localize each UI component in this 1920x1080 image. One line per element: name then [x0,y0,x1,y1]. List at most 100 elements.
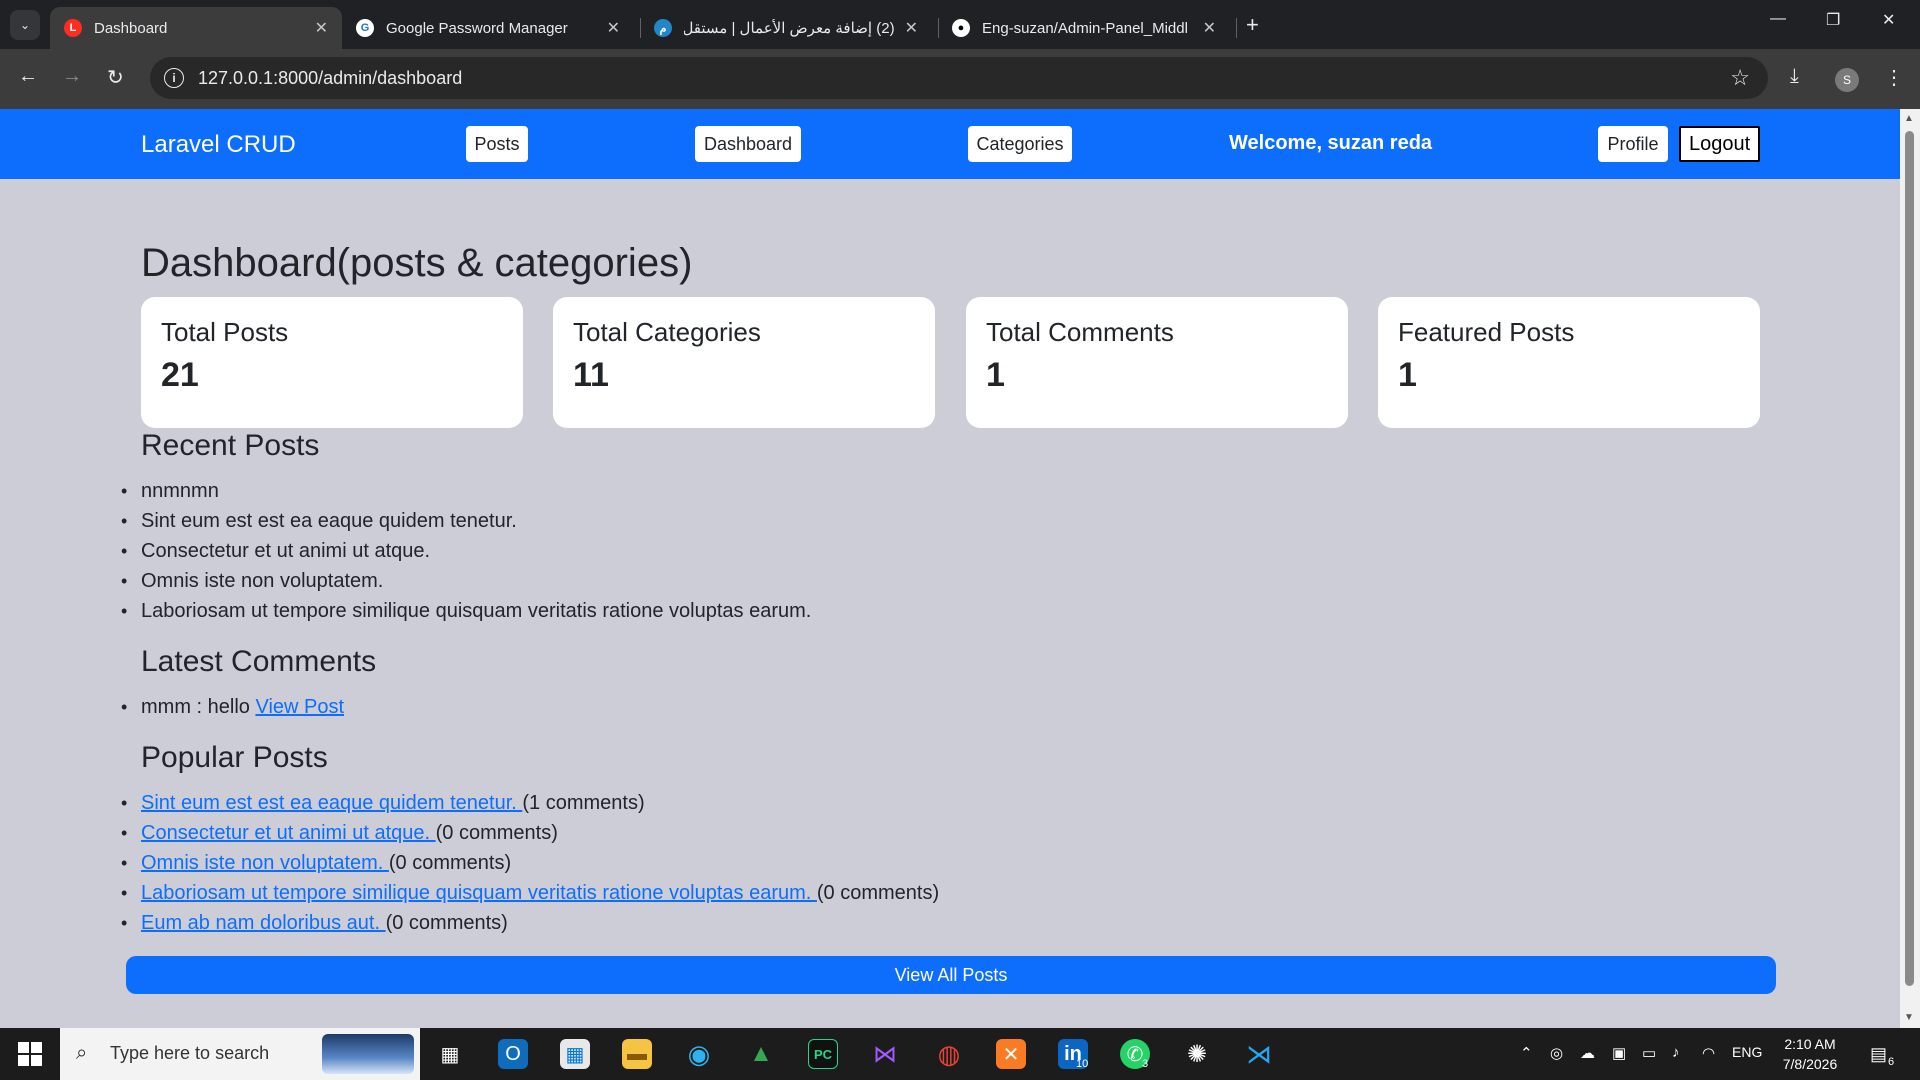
notification-icon[interactable]: ▤ [1870,1044,1887,1065]
comment-count: (0 comments) [435,822,558,844]
brand-logo[interactable]: Laravel CRUD [141,131,296,159]
stat-card-total-categories: Total Categories 11 [553,297,935,428]
site-info-icon[interactable]: i [164,68,184,88]
onedrive-icon[interactable]: ☁ [1580,1044,1595,1062]
language-indicator[interactable]: ENG [1732,1044,1762,1060]
stat-value: 11 [573,356,609,394]
page-scrollbar[interactable]: ▲ ▼ [1900,109,1920,1028]
tab-title: Google Password Manager [386,19,568,37]
list-item: Consectetur et ut animi ut atque. [121,536,811,566]
latest-comments-heading: Latest Comments [141,645,377,678]
view-post-link[interactable]: View Post [255,696,344,718]
chrome-icon[interactable]: ◍ [934,1039,964,1069]
comment-count: (1 comments) [522,792,645,814]
view-all-posts-button[interactable]: View All Posts [126,956,1776,994]
tray-app-icon[interactable]: ◎ [1550,1044,1563,1062]
close-icon[interactable]: ✕ [315,18,328,38]
system-clock[interactable]: 2:10 AM 7/8/2026 [1770,1034,1850,1074]
browser-tab-bar: ⌄ L Dashboard ✕ G Google Password Manage… [0,0,1920,49]
nav-categories-button[interactable]: Categories [968,126,1072,162]
stat-label: Featured Posts [1398,317,1575,347]
scroll-down-arrow-icon[interactable]: ▼ [1904,1012,1914,1023]
google-password-icon: G [356,19,374,37]
volume-icon[interactable]: ♪ [1672,1044,1680,1061]
download-icon[interactable]: ⤓ [1790,65,1799,88]
comment-count: (0 comments) [385,912,508,934]
tab-search-chevron-icon[interactable]: ⌄ [10,10,40,40]
popular-post-link[interactable]: Consectetur et ut animi ut atque. [141,822,436,844]
menu-kebab-icon[interactable]: ⋮ [1884,65,1904,90]
popular-posts-heading: Popular Posts [141,741,328,774]
camera-icon[interactable]: ▣ [1612,1044,1626,1062]
google-drive-icon[interactable]: ▲ [746,1039,776,1069]
visual-studio-icon[interactable]: ⋈ [870,1039,900,1069]
window-close-icon[interactable]: ✕ [1882,10,1895,30]
close-icon[interactable]: ✕ [905,18,918,38]
stat-label: Total Posts [161,317,289,347]
windows-start-icon[interactable] [18,1042,42,1066]
tab-separator [1236,18,1237,38]
new-tab-plus-icon[interactable]: + [1246,12,1259,38]
stat-card-featured-posts: Featured Posts 1 [1378,297,1760,428]
wifi-icon[interactable]: ◠ [1702,1044,1715,1062]
recent-posts-list: nnmnmn Sint eum est est ea eaque quidem … [121,476,811,626]
microsoft-store-icon[interactable]: ▦ [560,1039,590,1069]
site-navbar: Laravel CRUD Posts Dashboard Categories … [0,109,1900,179]
profile-button[interactable]: Profile [1598,126,1668,162]
address-bar[interactable]: i 127.0.0.1:8000/admin/dashboard ☆ [150,57,1768,99]
bookmark-star-icon[interactable]: ☆ [1730,65,1750,91]
nav-posts-button[interactable]: Posts [466,126,528,162]
scroll-up-arrow-icon[interactable]: ▲ [1904,113,1914,124]
minimize-icon[interactable]: — [1770,10,1786,28]
show-hidden-icons-chevron-icon[interactable]: ⌃ [1520,1044,1533,1062]
vscode-icon[interactable]: ⋊ [1244,1039,1274,1069]
reload-icon[interactable]: ↻ [107,65,124,90]
stat-card-total-posts: Total Posts 21 [141,297,523,428]
whatsapp-badge: 3 [1142,1058,1149,1070]
nav-dashboard-button[interactable]: Dashboard [695,126,801,162]
tab-title: (2) إضافة معرض الأعمال | مستقل [684,20,895,37]
comment-count: (0 comments) [388,852,512,874]
scrollbar-thumb[interactable] [1905,131,1914,986]
chatgpt-icon[interactable]: ✺ [1182,1039,1212,1069]
laravel-icon: L [64,19,82,37]
outlook-icon[interactable]: O [498,1039,528,1069]
close-icon[interactable]: ✕ [607,18,620,38]
pycharm-icon[interactable]: PC [808,1039,838,1069]
tab-google-password-manager[interactable]: G Google Password Manager ✕ [342,7,634,49]
clock-date: 7/8/2026 [1782,1056,1838,1072]
comment-count: (0 comments) [816,882,940,904]
list-item: Consectetur et ut animi ut atque. (0 com… [121,818,939,848]
list-item: Omnis iste non voluptatem. (0 comments) [121,848,939,878]
tab-mostaql[interactable]: م (2) إضافة معرض الأعمال | مستقل ✕ [640,7,932,49]
stat-card-total-comments: Total Comments 1 [966,297,1348,428]
tab-dashboard[interactable]: L Dashboard ✕ [50,7,342,49]
close-icon[interactable]: ✕ [1203,18,1216,38]
battery-icon[interactable]: ▭ [1642,1044,1656,1062]
url-text[interactable]: 127.0.0.1:8000/admin/dashboard [198,68,462,89]
popular-post-link[interactable]: Omnis iste non voluptatem. [141,852,389,874]
popular-posts-list: Sint eum est est ea eaque quidem tenetur… [121,788,940,938]
logout-button[interactable]: Logout [1679,126,1761,162]
popular-post-link[interactable]: Eum ab nam doloribus aut. [141,912,386,934]
task-view-icon[interactable]: ▦ [435,1039,465,1069]
popular-post-link[interactable]: Laboriosam ut tempore similique quisquam… [141,882,817,904]
popular-post-link[interactable]: Sint eum est est ea eaque quidem tenetur… [141,792,522,814]
page-title: Dashboard(posts & categories) [141,241,693,285]
forward-arrow-icon[interactable]: → [62,65,82,88]
file-explorer-icon[interactable]: ▬ [622,1039,652,1069]
tab-github[interactable]: ● Eng-suzan/Admin-Panel_Middl ✕ [938,7,1230,49]
taskbar-search-box[interactable]: ⌕ Type here to search [60,1028,420,1080]
latest-comments-list: mmm : hello View Post [121,692,344,722]
stat-label: Total Categories [573,317,761,347]
back-arrow-icon[interactable]: ← [18,65,38,88]
windows-taskbar: ⌕ Type here to search ▦ O ▦ ▬ ◉ ▲ PC ⋈ ◍… [0,1028,1920,1080]
restore-icon[interactable]: ❐ [1826,10,1840,30]
comment-text: mmm : hello [141,696,250,718]
search-icon: ⌕ [76,1042,88,1064]
linkedin-badge: 10 [1076,1058,1089,1070]
web-page: Laravel CRUD Posts Dashboard Categories … [0,109,1900,1028]
xampp-icon[interactable]: ✕ [996,1039,1026,1069]
edge-icon[interactable]: ◉ [684,1039,714,1069]
profile-avatar[interactable]: S [1835,68,1859,92]
